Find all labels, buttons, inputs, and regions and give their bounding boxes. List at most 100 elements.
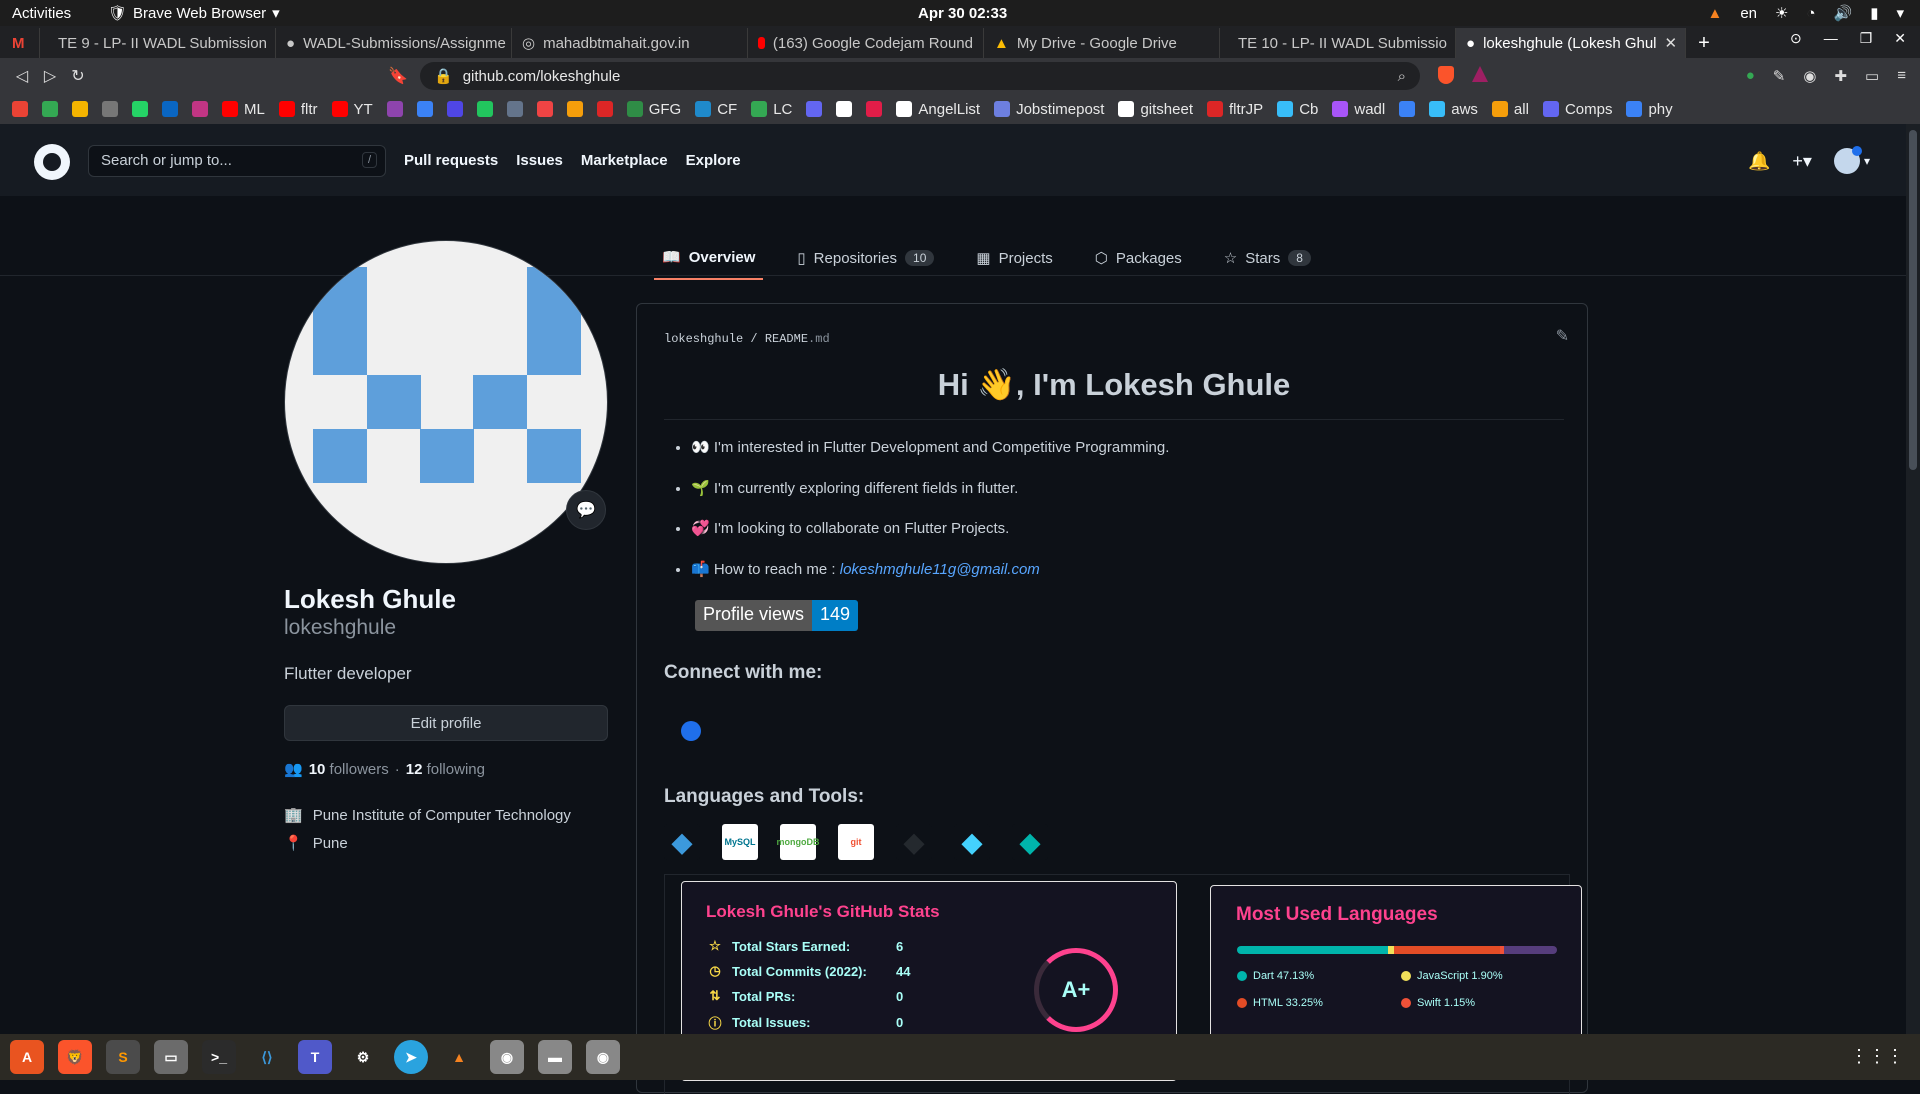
nav-explore[interactable]: Explore <box>686 152 741 169</box>
notifications-bell-icon[interactable]: 🔔 <box>1748 151 1770 172</box>
following-link[interactable]: 12 following <box>406 761 485 778</box>
bookmark-item[interactable] <box>192 101 208 117</box>
tab-stars[interactable]: ☆ Stars 8 <box>1216 236 1319 280</box>
disk-icon[interactable]: ◉ <box>586 1040 620 1074</box>
vscode-icon[interactable]: ⟨⟩ <box>250 1040 284 1074</box>
bookmark-item[interactable] <box>536 101 553 117</box>
drive-icon[interactable]: ▬ <box>538 1040 572 1074</box>
bookmark-item[interactable] <box>836 101 853 117</box>
url-field[interactable]: 🔒 github.com/lokeshghule ⌕ <box>420 62 1420 90</box>
extension-green-icon[interactable]: ● <box>1746 67 1755 85</box>
close-window-icon[interactable]: ✕ <box>1894 30 1906 47</box>
bookmark-icon[interactable]: 🔖 <box>384 66 412 86</box>
edit-profile-button[interactable]: Edit profile <box>284 705 608 741</box>
nav-marketplace[interactable]: Marketplace <box>581 152 668 169</box>
bookmark-item[interactable]: GFG <box>626 101 681 118</box>
bookmark-item[interactable] <box>476 101 493 117</box>
bookmark-item[interactable] <box>42 101 58 117</box>
bookmark-item[interactable]: Comps <box>1542 101 1612 118</box>
bookmark-item[interactable] <box>72 101 88 117</box>
system-tray[interactable]: ▲ en ☀ ◔ 🔊 ▮ ▾ <box>1707 4 1904 23</box>
tab-gmail[interactable]: M <box>0 28 40 58</box>
extension-color-icon[interactable]: ◉ <box>1803 67 1816 85</box>
settings-icon[interactable]: ⚙ <box>346 1040 380 1074</box>
nav-pull-requests[interactable]: Pull requests <box>404 152 498 169</box>
bookmark-item[interactable]: Jobstimepost <box>994 101 1104 118</box>
zoom-icon[interactable]: ⌕ <box>1398 68 1406 85</box>
bookmark-item[interactable]: phy <box>1626 101 1673 118</box>
bookmark-item[interactable]: ML <box>222 101 265 118</box>
extensions-puzzle-icon[interactable]: ✚ <box>1834 67 1847 85</box>
bookmark-item[interactable] <box>866 101 883 117</box>
menu-icon[interactable]: ≡ <box>1897 67 1906 85</box>
readme-owner-link[interactable]: lokeshghule <box>664 332 743 346</box>
bookmark-item[interactable]: wadl <box>1332 101 1385 118</box>
minimize-icon[interactable]: — <box>1824 30 1838 47</box>
flutter-icon[interactable]: ◆ <box>954 824 990 860</box>
profile-avatar[interactable] <box>284 240 608 564</box>
new-tab-button[interactable]: + <box>1686 28 1722 58</box>
tab-te9[interactable]: TE 9 - LP- II WADL Submission <box>40 28 276 58</box>
bookmark-item[interactable] <box>386 101 403 117</box>
bookmark-item[interactable] <box>162 101 178 117</box>
app-menu[interactable]: 🛡 Brave Web Browser ▾ <box>108 4 280 23</box>
bookmark-item[interactable]: aws <box>1429 101 1478 118</box>
chevron-down-icon[interactable]: ▾ <box>1864 154 1870 168</box>
vlc-icon[interactable]: ▲ <box>442 1040 476 1074</box>
git-icon[interactable]: git <box>838 824 874 860</box>
files-icon[interactable]: ▭ <box>154 1040 188 1074</box>
tab-drive[interactable]: ▲ My Drive - Google Drive <box>984 28 1220 58</box>
clock[interactable]: Apr 30 02:33 <box>918 5 1007 22</box>
brave-rewards-icon[interactable] <box>1472 66 1488 82</box>
edit-pencil-icon[interactable]: ✎ <box>1556 326 1569 346</box>
bookmark-item[interactable]: CF <box>695 101 737 118</box>
tab-packages[interactable]: ⬡ Packages <box>1087 236 1190 280</box>
bookmark-item[interactable]: fltrJP <box>1207 101 1263 118</box>
disk-icon[interactable]: ◉ <box>490 1040 524 1074</box>
dart-icon[interactable]: ◆ <box>1012 824 1048 860</box>
wallet-icon[interactable]: ▭ <box>1865 67 1879 85</box>
brave-icon[interactable]: 🦁 <box>58 1040 92 1074</box>
top-languages-card[interactable]: Most Used Languages Dart 47.13% JavaScri… <box>1210 885 1582 1045</box>
bookmark-item[interactable]: YT <box>331 101 373 118</box>
bookmark-item[interactable]: all <box>1491 101 1529 118</box>
vscode-icon[interactable]: ◆ <box>664 824 700 860</box>
create-new-icon[interactable]: +▾ <box>1792 151 1812 172</box>
github-icon[interactable]: ◆ <box>896 824 932 860</box>
brave-shields-icon[interactable] <box>1438 66 1454 84</box>
mysql-icon[interactable]: MySQL <box>722 824 758 860</box>
bookmark-item[interactable] <box>806 101 823 117</box>
activities-button[interactable]: Activities <box>12 5 71 22</box>
tab-overview[interactable]: 📖 Overview <box>654 236 764 280</box>
profile-views-badge[interactable]: Profile views 149 <box>695 600 859 631</box>
restore-icon[interactable]: ❐ <box>1860 30 1873 47</box>
tab-repositories[interactable]: ▯ Repositories 10 <box>789 236 942 280</box>
github-logo-icon[interactable] <box>34 144 70 180</box>
tab-github-profile[interactable]: ● lokeshghule (Lokesh Ghul ✕ <box>1456 28 1686 58</box>
power-menu-icon[interactable]: ▾ <box>1896 4 1904 22</box>
social-link-icon[interactable] <box>681 721 701 741</box>
bookmark-item[interactable] <box>102 101 118 117</box>
terminal-icon[interactable]: >_ <box>202 1040 236 1074</box>
sublime-text-icon[interactable]: S <box>106 1040 140 1074</box>
forward-icon[interactable]: ▷ <box>36 66 64 86</box>
bookmark-item[interactable] <box>506 101 523 117</box>
set-status-button[interactable]: 💬 <box>566 490 606 530</box>
bookmark-item[interactable]: LC <box>751 101 792 118</box>
email-link[interactable]: lokeshmghule11g@gmail.com <box>840 561 1040 578</box>
mongodb-icon[interactable]: mongoDB <box>777 824 820 860</box>
tab-te10[interactable]: TE 10 - LP- II WADL Submissio <box>1220 28 1456 58</box>
bookmark-item[interactable]: Cb <box>1277 101 1318 118</box>
tab-mahadbt[interactable]: ◎ mahadbtmahait.gov.in <box>512 28 748 58</box>
extension-pen-icon[interactable]: ✎ <box>1773 67 1786 85</box>
bookmark-item[interactable] <box>596 101 613 117</box>
bookmark-item[interactable] <box>12 101 28 117</box>
bookmark-item[interactable]: AngelList <box>896 101 980 118</box>
tab-youtube[interactable]: (163) Google Codejam Round <box>748 28 984 58</box>
page-scrollbar[interactable] <box>1906 124 1920 1034</box>
user-avatar-menu[interactable] <box>1833 146 1862 174</box>
tab-projects[interactable]: ▦ Projects <box>968 236 1060 280</box>
readme-file[interactable]: README <box>765 332 808 346</box>
reload-icon[interactable]: ↻ <box>64 66 92 86</box>
telegram-icon[interactable]: ➤ <box>394 1040 428 1074</box>
